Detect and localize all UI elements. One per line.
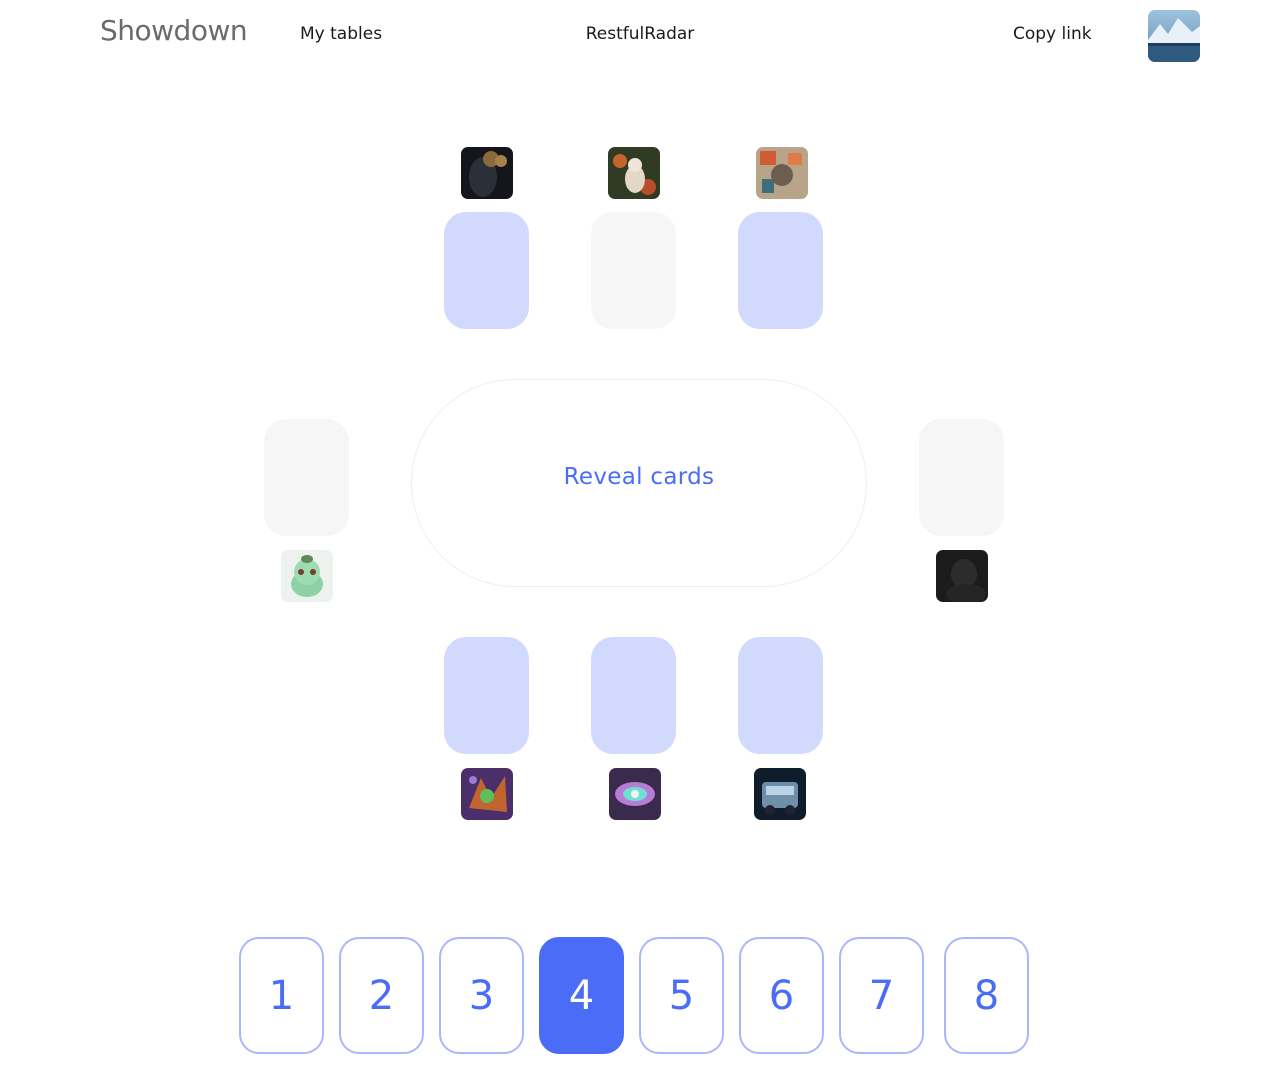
player-avatar-top-1 (461, 147, 513, 199)
player-card-bottom-2 (591, 637, 676, 754)
vote-card-4[interactable]: 4 (539, 937, 624, 1054)
copy-link-button[interactable]: Copy link (1013, 24, 1092, 44)
player-card-top-3 (738, 212, 823, 329)
vote-card-8[interactable]: 8 (944, 937, 1029, 1054)
reveal-cards-button[interactable]: Reveal cards (412, 464, 866, 490)
vote-card-1[interactable]: 1 (239, 937, 324, 1054)
vote-card-3[interactable]: 3 (439, 937, 524, 1054)
vote-card-5[interactable]: 5 (639, 937, 724, 1054)
poker-table: Reveal cards (411, 379, 867, 587)
player-avatar-top-3 (756, 147, 808, 199)
player-avatar-bottom-3 (754, 768, 806, 820)
user-avatar[interactable] (1148, 10, 1200, 62)
player-card-top-1 (444, 212, 529, 329)
player-avatar-right (936, 550, 988, 602)
vote-card-7[interactable]: 7 (839, 937, 924, 1054)
player-card-top-2 (591, 212, 676, 329)
player-card-left (264, 419, 349, 536)
vote-card-2[interactable]: 2 (339, 937, 424, 1054)
vote-card-6[interactable]: 6 (739, 937, 824, 1054)
player-card-bottom-3 (738, 637, 823, 754)
header: Showdown My tables RestfulRadar Copy lin… (0, 0, 1280, 70)
player-avatar-left (281, 550, 333, 602)
player-avatar-bottom-2 (609, 768, 661, 820)
player-avatar-top-2 (608, 147, 660, 199)
player-card-bottom-1 (444, 637, 529, 754)
player-avatar-bottom-1 (461, 768, 513, 820)
player-card-right (919, 419, 1004, 536)
